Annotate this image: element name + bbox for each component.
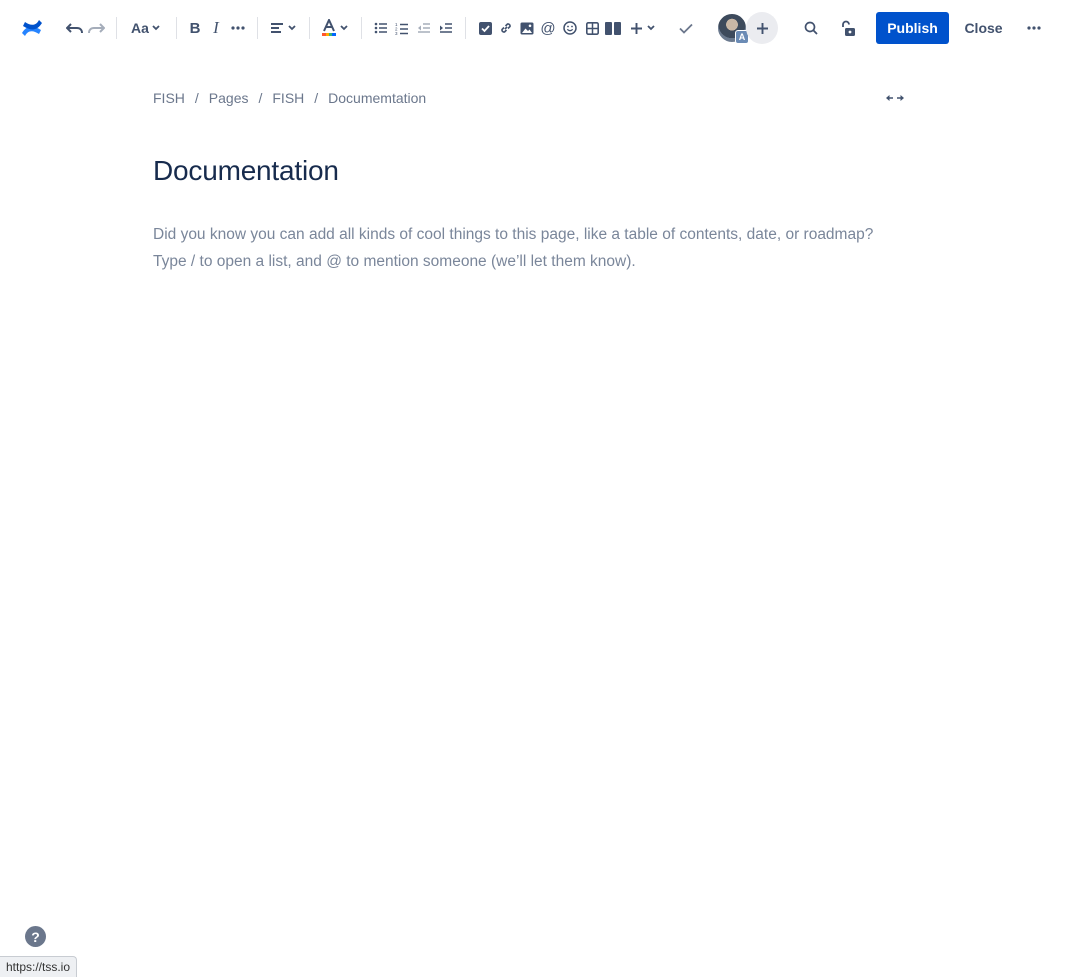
editor-toolbar: Aa B I 123 @ A Publish Close — [0, 0, 1074, 56]
toolbar-divider — [116, 17, 117, 39]
layouts-icon[interactable] — [604, 14, 622, 42]
svg-text:3: 3 — [395, 31, 398, 35]
toolbar-divider — [361, 17, 362, 39]
publish-button[interactable]: Publish — [876, 12, 949, 44]
mention-icon[interactable]: @ — [539, 14, 557, 42]
toolbar-divider — [257, 17, 258, 39]
breadcrumb-separator: / — [314, 90, 319, 106]
plus-icon — [631, 22, 642, 34]
indent-icon[interactable] — [437, 14, 455, 42]
more-formatting-icon[interactable] — [228, 14, 248, 42]
breadcrumb-item-parent[interactable]: FISH — [272, 90, 304, 106]
editor-placeholder[interactable]: Did you know you can add all kinds of co… — [153, 221, 913, 275]
placeholder-line: Did you know you can add all kinds of co… — [153, 226, 874, 243]
close-button[interactable]: Close — [956, 12, 1011, 44]
undo-icon[interactable] — [65, 14, 85, 42]
breadcrumb-item-space[interactable]: FISH — [153, 90, 185, 106]
help-button[interactable]: ? — [25, 926, 46, 947]
redo-icon[interactable] — [86, 14, 106, 42]
emoji-icon[interactable] — [561, 14, 579, 42]
table-icon[interactable] — [583, 14, 601, 42]
toolbar-divider — [309, 17, 310, 39]
chevron-down-icon — [287, 25, 296, 31]
alignment-dropdown[interactable] — [267, 14, 299, 42]
search-icon[interactable] — [800, 14, 822, 42]
italic-icon[interactable]: I — [207, 14, 225, 42]
text-color-icon — [321, 19, 336, 36]
breadcrumb-separator: / — [194, 90, 199, 106]
confluence-logo-icon[interactable] — [18, 14, 46, 42]
align-left-icon — [270, 23, 283, 33]
text-style-label: Aa — [131, 20, 149, 36]
chevron-down-icon — [647, 25, 655, 31]
chevron-down-icon — [152, 25, 160, 31]
bullet-list-icon[interactable] — [372, 14, 390, 42]
outdent-icon[interactable] — [415, 14, 433, 42]
toolbar-divider — [176, 17, 177, 39]
saved-check-icon — [676, 14, 696, 42]
breadcrumb: FISH / Pages / FISH / Documemtation — [153, 89, 426, 107]
breadcrumb-item-pages[interactable]: Pages — [209, 90, 249, 106]
toolbar-divider — [465, 17, 466, 39]
full-width-toggle-icon[interactable] — [884, 88, 906, 108]
chevron-down-icon — [339, 25, 348, 31]
page-title[interactable]: Documentation — [153, 155, 339, 187]
breadcrumb-separator: / — [258, 90, 263, 106]
plus-icon — [756, 22, 768, 34]
link-status-url: https://tss.io — [0, 956, 78, 977]
placeholder-line: Type / to open a list, and @ to mention … — [153, 253, 636, 270]
invite-collaborator-button[interactable] — [746, 12, 778, 44]
insert-dropdown[interactable] — [627, 14, 659, 42]
image-icon[interactable] — [518, 14, 536, 42]
action-item-icon[interactable] — [476, 14, 494, 42]
text-color-dropdown[interactable] — [319, 14, 351, 42]
bold-icon[interactable]: B — [186, 14, 204, 42]
breadcrumb-item-current[interactable]: Documemtation — [328, 90, 426, 106]
link-icon[interactable] — [497, 14, 515, 42]
restrictions-unlock-icon[interactable] — [837, 14, 859, 42]
more-actions-icon[interactable] — [1023, 14, 1045, 42]
text-style-dropdown[interactable]: Aa — [129, 14, 163, 42]
numbered-list-icon[interactable]: 123 — [393, 14, 411, 42]
